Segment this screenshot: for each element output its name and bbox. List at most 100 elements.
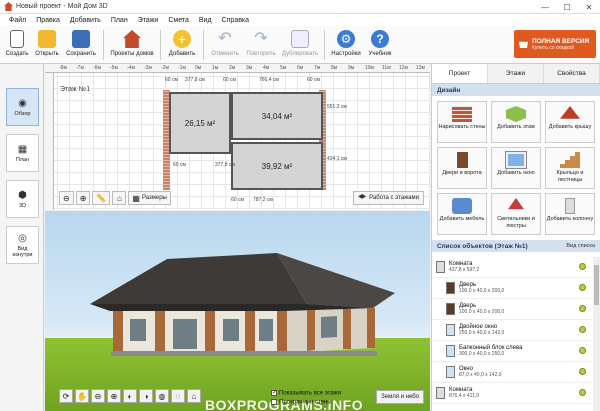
visibility-icon[interactable]: [579, 389, 586, 396]
title-bar: Новый проект - Мой Дом 3D — ☐ ✕: [0, 0, 600, 14]
menu-bar: Файл Правка Добавить План Этажи Смета Ви…: [0, 14, 600, 26]
add-furniture-button[interactable]: Добавить мебель: [437, 193, 487, 235]
rotate-button[interactable]: ⟳: [59, 389, 73, 403]
menu-file[interactable]: Файл: [4, 17, 31, 24]
menu-edit[interactable]: Правка: [31, 17, 65, 24]
pan-button[interactable]: ✋: [75, 389, 89, 403]
floppy-disk-icon: [72, 30, 90, 48]
zoom-in-button[interactable]: ⊕: [75, 191, 91, 205]
view-overview-button[interactable]: ◉ Обзор: [6, 88, 39, 126]
visibility-icon[interactable]: [579, 347, 586, 354]
list-item[interactable]: Балконный блок слева 300,0 x 40,0 x 250,0: [432, 341, 600, 362]
floors-work-button[interactable]: Работа с этажами: [353, 191, 424, 205]
orbit-left-button[interactable]: ◐: [123, 389, 137, 403]
design-grid: Нарисовать стены Добавить этаж Добавить …: [432, 96, 600, 240]
create-button[interactable]: Создать: [2, 26, 32, 62]
view-sidebar: ◉ Обзор ▦ План ⬢ 3D ◎ Вид изнутри: [0, 64, 44, 411]
add-roof-button[interactable]: Добавить крышу: [545, 101, 595, 143]
orbit-right-button[interactable]: ◑: [139, 389, 153, 403]
add-window-button[interactable]: Добавить окно: [491, 147, 541, 189]
visibility-icon[interactable]: [579, 368, 586, 375]
zoom-out-button[interactable]: ⊖: [91, 389, 105, 403]
floor-plan-canvas[interactable]: -8м -7м -6м -5м -4м -3м -2м -1м 0м 1м 2м 3м 4м 5м 6м 7м…: [45, 64, 430, 210]
visibility-icon[interactable]: [579, 263, 586, 270]
home-button[interactable]: ⌂: [112, 191, 127, 205]
ruler-tool-button[interactable]: 📏: [92, 191, 111, 205]
menu-add[interactable]: Добавить: [65, 17, 106, 24]
add-floor-button[interactable]: Добавить этаж: [491, 101, 541, 143]
list-item[interactable]: Дверь 100,0 x 40,0 x 200,0: [432, 278, 600, 299]
list-item[interactable]: Комната 437,8 x 597,2: [432, 257, 600, 278]
menu-view[interactable]: Вид: [194, 17, 217, 24]
close-button[interactable]: ✕: [578, 0, 600, 14]
home-button[interactable]: ⌂: [187, 389, 201, 403]
visibility-icon[interactable]: [579, 305, 586, 312]
list-view-button[interactable]: Вид списка: [566, 243, 595, 249]
balcony-door-icon: [446, 345, 455, 357]
dimension-label: 377,8 см: [185, 77, 205, 83]
lights-button[interactable]: Светильники и люстры: [491, 193, 541, 235]
view-inside-button[interactable]: ◎ Вид изнутри: [6, 226, 39, 264]
minimize-button[interactable]: —: [534, 0, 556, 14]
toolbar-separator: [160, 30, 161, 60]
house-projects-button[interactable]: Проекты домов: [107, 26, 157, 62]
room-1[interactable]: 26,15 м²: [169, 92, 231, 154]
transparent-walls-checkbox[interactable]: Прозрачные стены: [271, 398, 341, 405]
add-button[interactable]: + Добавить: [164, 26, 200, 62]
menu-estimate[interactable]: Смета: [163, 17, 194, 24]
room-3[interactable]: 39,92 м²: [231, 142, 323, 190]
show-all-floors-checkbox[interactable]: Показывать все этажи: [271, 390, 341, 397]
full-version-button[interactable]: ПОЛНАЯ ВЕРСИЯ Купить со скидкой: [514, 30, 596, 58]
view-3d-button[interactable]: ⬢ 3D: [6, 180, 39, 218]
dimension-label: 766,4 см: [259, 77, 279, 83]
view-plan-button[interactable]: ▦ План: [6, 134, 39, 172]
open-button[interactable]: Открыть: [32, 26, 62, 62]
draw-walls-button[interactable]: Нарисовать стены: [437, 101, 487, 143]
menu-plan[interactable]: План: [106, 17, 133, 24]
room-2[interactable]: 34,04 м²: [231, 92, 323, 140]
sizes-button[interactable]: ▦ Размеры: [128, 191, 171, 205]
doors-gates-button[interactable]: Двери и ворота: [437, 147, 487, 189]
eye-inside-icon: ◎: [18, 232, 27, 244]
tab-properties[interactable]: Свойства: [544, 64, 600, 83]
porch-stairs-button[interactable]: Крыльцо и лестницы: [545, 147, 595, 189]
ruler-tick: 6м: [297, 65, 304, 71]
redo-button[interactable]: ↷ Повторить: [243, 26, 279, 62]
orbit-right-icon: ◑: [143, 391, 149, 401]
menu-help[interactable]: Справка: [217, 17, 254, 24]
zoom-in-button[interactable]: ⊕: [107, 389, 121, 403]
3d-view-canvas[interactable]: BOXPROGRAMS.INFO ⟳ ✋ ⊖ ⊕ ◐ ◑ ◍ ◌ ⌂ Показ…: [45, 211, 430, 411]
undo-button[interactable]: ↶ Отменить: [207, 26, 243, 62]
list-item[interactable]: Комната 876,4 x 411,9: [432, 383, 600, 404]
ruler-tick: 13м: [416, 65, 425, 71]
zoom-out-button[interactable]: ⊖: [59, 191, 74, 205]
camera-button[interactable]: ◍: [155, 389, 169, 403]
tutorial-button[interactable]: ? Учебник: [364, 26, 396, 62]
horizontal-ruler: -8м -7м -6м -5м -4м -3м -2м -1м 0м 1м 2м 3м 4м 5м 6м 7м…: [45, 64, 430, 73]
save-button[interactable]: Сохранить: [62, 26, 100, 62]
menu-floors[interactable]: Этажи: [133, 17, 164, 24]
object-list-scrollbar[interactable]: [593, 257, 600, 411]
settings-button[interactable]: ⚙ Настройки: [328, 26, 364, 62]
list-item[interactable]: Окно 87,0 x 40,0 x 142,0: [432, 362, 600, 383]
list-item[interactable]: Двойное окно 250,0 x 40,0 x 142,0: [432, 320, 600, 341]
light-button[interactable]: ◌: [171, 389, 185, 403]
list-item[interactable]: Дверь 100,0 x 40,0 x 200,0: [432, 299, 600, 320]
ruler-tick: -6м: [93, 65, 101, 71]
tab-project[interactable]: Проект: [432, 64, 488, 83]
ground-sky-button[interactable]: Земля и небо: [376, 390, 424, 404]
visibility-icon[interactable]: [579, 326, 586, 333]
ruler-tick: -5м: [110, 65, 118, 71]
add-column-button[interactable]: Добавить колонну: [545, 193, 595, 235]
folder-icon: [38, 30, 56, 48]
zoom-out-icon: ⊖: [94, 391, 102, 401]
duplicate-button[interactable]: Дублировать: [279, 26, 321, 62]
visibility-icon[interactable]: [579, 284, 586, 291]
ruler-icon: 📏: [96, 193, 107, 203]
maximize-button[interactable]: ☐: [556, 0, 578, 14]
tab-floors[interactable]: Этажи: [488, 64, 544, 83]
ruler-tick: 11м: [382, 65, 391, 71]
checkbox-box[interactable]: [271, 390, 277, 396]
camera-icon: ◍: [158, 391, 166, 401]
checkbox-box[interactable]: [271, 398, 277, 405]
